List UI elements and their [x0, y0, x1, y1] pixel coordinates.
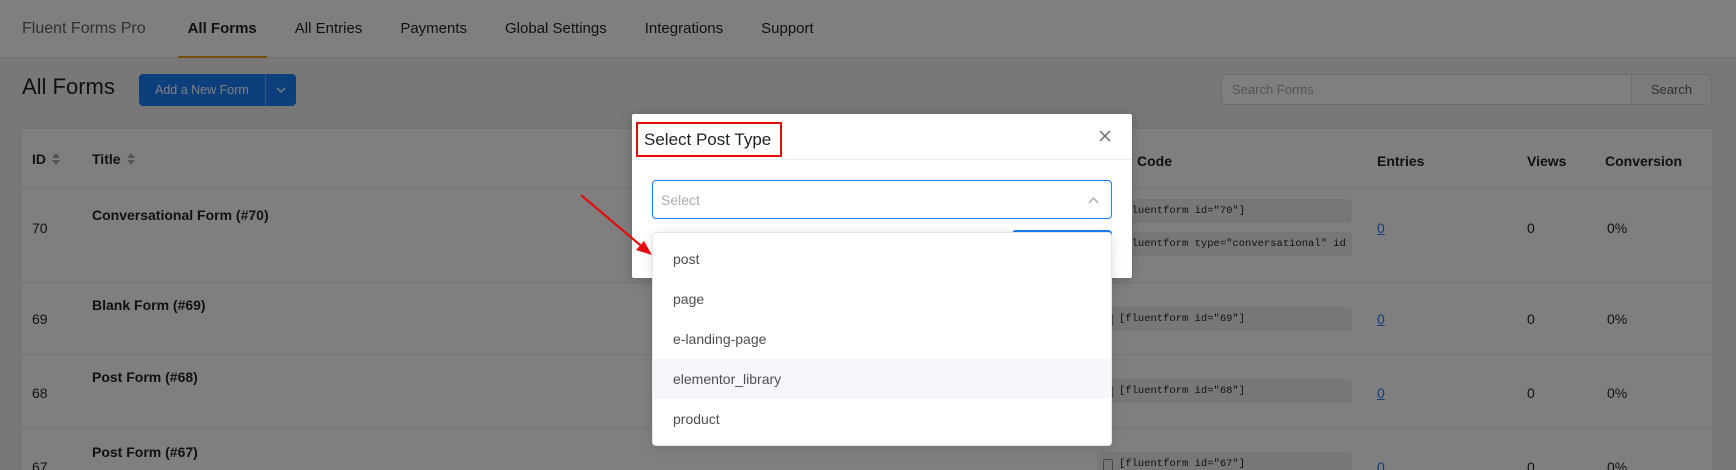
dialog-title: Select Post Type — [636, 122, 782, 157]
option-post[interactable]: post — [653, 239, 1111, 279]
option-e-landing-page[interactable]: e-landing-page — [653, 319, 1111, 359]
option-product[interactable]: product — [653, 399, 1111, 439]
select-placeholder: Select — [661, 191, 700, 208]
dialog-header: Select Post Type — [632, 114, 1132, 160]
option-elementor-library[interactable]: elementor_library — [653, 359, 1111, 399]
post-type-dropdown: post page e-landing-page elementor_libra… — [652, 232, 1112, 446]
close-icon — [1099, 130, 1111, 142]
chevron-up-icon — [1088, 195, 1099, 206]
post-type-select[interactable]: Select — [652, 180, 1112, 219]
close-button[interactable] — [1098, 129, 1112, 143]
option-page[interactable]: page — [653, 279, 1111, 319]
